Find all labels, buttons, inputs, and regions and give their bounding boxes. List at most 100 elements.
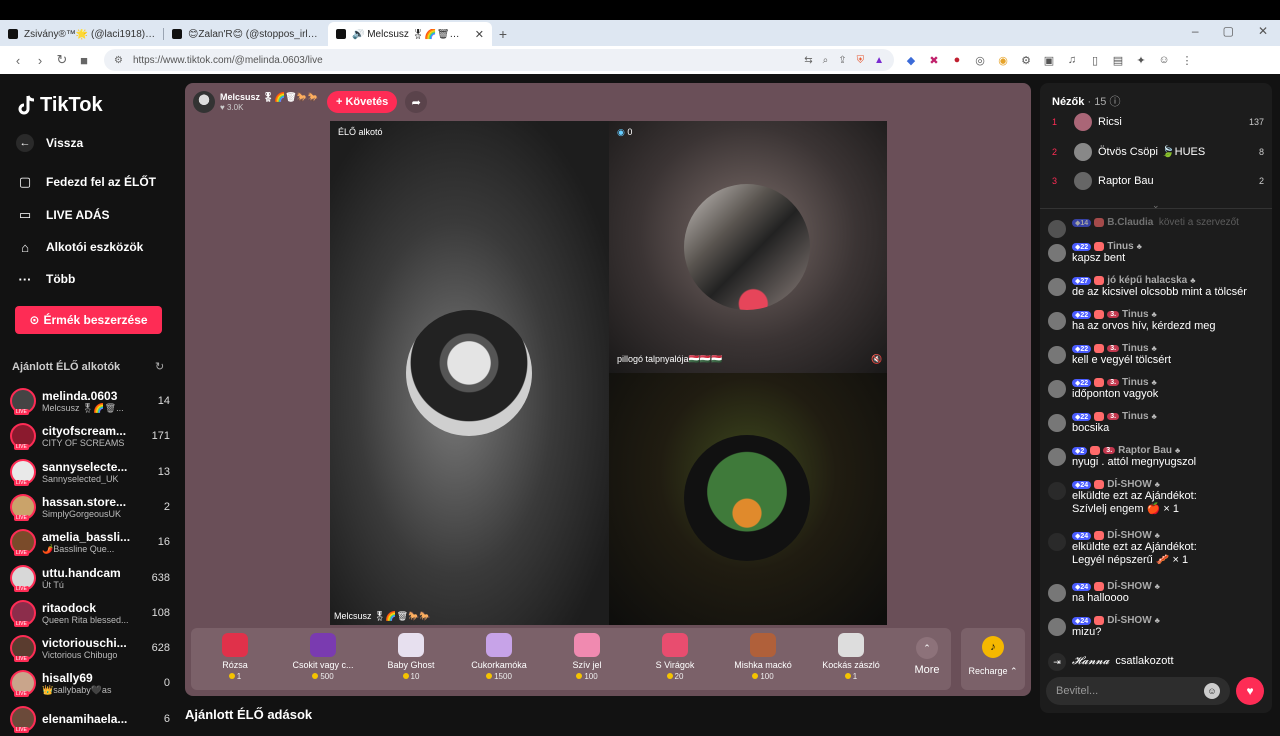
music-icon[interactable]: ♫	[1065, 54, 1079, 67]
browser-tab[interactable]: Zsivány®™🌟 (@laci1918) ÉLŐ adás	[0, 22, 164, 46]
recommended-creator[interactable]: LIVE hisally69 👑sallybaby🖤as 0	[10, 666, 170, 700]
chat-username[interactable]: Tinus	[1122, 411, 1148, 422]
extension-icon[interactable]: ⚙	[1019, 54, 1033, 67]
chat-username[interactable]: B.Claudia	[1107, 217, 1153, 228]
follow-button[interactable]: + Követés	[327, 91, 398, 113]
host-name[interactable]: Melcsusz 🎖🌈🗑🐎🐎	[220, 92, 319, 103]
user-avatar[interactable]	[1048, 244, 1066, 262]
triangle-icon[interactable]: ▲	[874, 55, 884, 66]
chat-username[interactable]: jó képű halacska	[1107, 275, 1187, 286]
back-button[interactable]: ← Vissza	[16, 134, 83, 152]
extension-icon[interactable]: ◉	[996, 54, 1010, 67]
chat-username[interactable]: Tinus	[1122, 377, 1148, 388]
gift-item[interactable]: Baby Ghost 10	[371, 628, 451, 690]
close-window-button[interactable]: ✕	[1258, 24, 1268, 38]
close-tab-icon[interactable]: ✕	[475, 28, 484, 41]
recommended-creator[interactable]: LIVE victoriouschi... Victorious Chibugo 62…	[10, 631, 170, 665]
host-avatar[interactable]	[193, 91, 215, 113]
extension-icon[interactable]: ✖	[927, 54, 941, 67]
scroll-down-icon[interactable]: ⌄	[1152, 200, 1160, 211]
recommended-creator[interactable]: LIVE elenamihaela... 6	[10, 702, 170, 736]
forward-arrow-icon[interactable]: ›	[30, 53, 50, 68]
maximize-button[interactable]: ▢	[1223, 24, 1234, 38]
url-field[interactable]: ⚙ https://www.tiktok.com/@melinda.0603/l…	[104, 49, 894, 71]
site-info-icon[interactable]: ⚙	[114, 55, 123, 66]
get-coins-button[interactable]: ⊙ Érmék beszerzése	[15, 306, 162, 334]
bookmark-icon[interactable]: ■	[74, 53, 94, 68]
top-viewer-row[interactable]: 2 Ötvös Csöpi 🍃HUES 8	[1052, 142, 1264, 162]
gift-item[interactable]: S Virágok 20	[635, 628, 715, 690]
browser-tab[interactable]: 😊Zalan'R😊 (@stoppos_irl) ÉLŐ ad	[164, 22, 328, 46]
more-gifts-button[interactable]: ⌃ More	[905, 628, 949, 690]
chat-username[interactable]: DÍ-SHOW	[1107, 581, 1151, 592]
minimize-button[interactable]: –	[1192, 24, 1199, 38]
chat-username[interactable]: DÍ-SHOW	[1107, 615, 1151, 626]
extension-icon[interactable]: ◆	[904, 54, 918, 67]
nav-live[interactable]: ▭ LIVE ADÁS	[16, 206, 110, 224]
chat-username[interactable]: DÍ-SHOW	[1107, 530, 1151, 541]
user-avatar[interactable]	[1048, 380, 1066, 398]
extension-icon[interactable]: ◎	[973, 54, 987, 67]
sidebar-icon[interactable]: ▯	[1088, 54, 1102, 67]
recommended-creator[interactable]: LIVE uttu.handcam Út Tú 638	[10, 561, 170, 595]
share-icon[interactable]: ⇪	[838, 55, 846, 66]
profile-icon[interactable]: ☺	[1157, 54, 1171, 67]
gift-item[interactable]: Cukorkamóka 1500	[459, 628, 539, 690]
info-icon[interactable]: ⓘ	[1110, 96, 1121, 108]
tiktok-logo[interactable]: TikTok	[16, 94, 103, 117]
user-avatar[interactable]	[1048, 312, 1066, 330]
gift-item[interactable]: Kockás zászló 1	[811, 628, 891, 690]
guest-video-2[interactable]	[609, 373, 887, 625]
recharge-button[interactable]: ♪ Recharge ⌃	[961, 628, 1025, 690]
user-avatar[interactable]	[1048, 448, 1066, 466]
page-scrollbar[interactable]	[1274, 83, 1280, 720]
chat-username[interactable]: Tinus	[1107, 241, 1133, 252]
chat-username[interactable]: Tinus	[1122, 309, 1148, 320]
copilot-icon[interactable]: ✦	[1134, 54, 1148, 67]
chat-username[interactable]: Tinus	[1122, 343, 1148, 354]
refresh-icon[interactable]: ↻	[155, 360, 164, 373]
shield-icon[interactable]: ⛨	[857, 55, 865, 66]
user-avatar[interactable]	[1048, 278, 1066, 296]
extension-icon[interactable]: ▣	[1042, 54, 1056, 67]
gift-item[interactable]: Rózsa 1	[195, 628, 275, 690]
user-avatar[interactable]	[1048, 414, 1066, 432]
recommended-creator[interactable]: LIVE ritaodock Queen Rita blessed... 108	[10, 596, 170, 630]
user-avatar[interactable]	[1048, 618, 1066, 636]
wallet-icon[interactable]: ▤	[1111, 54, 1125, 67]
recommended-creator[interactable]: LIVE hassan.store... SimplyGorgeousUK 2	[10, 490, 170, 524]
browser-tab-active[interactable]: 🔊 Melcsusz 🎖🌈🗑📦🎁🐎 (@ ✕	[328, 22, 492, 46]
gift-item[interactable]: Mishka mackó 100	[723, 628, 803, 690]
guest-video-1[interactable]: ◉ 0 pillogó talpnyalója🇭🇺🇭🇺🇭🇺 🔇	[609, 121, 887, 373]
user-avatar[interactable]	[1048, 584, 1066, 602]
like-heart-button[interactable]: ♥	[1236, 677, 1264, 705]
translate-icon[interactable]: ⇆	[804, 55, 812, 66]
new-tab-button[interactable]: +	[492, 22, 514, 46]
recommended-creator[interactable]: LIVE sannyselecte... Sannyselected_UK 13	[10, 455, 170, 489]
share-icon[interactable]: ➦	[405, 91, 428, 113]
recommended-creator[interactable]: LIVE cityofscream... CITY OF SCREAMS 171	[10, 419, 170, 453]
gift-item[interactable]: Szív jel 100	[547, 628, 627, 690]
menu-dots-icon[interactable]: ⋮	[1180, 54, 1194, 67]
nav-creator-tools[interactable]: ⌂ Alkotói eszközök	[16, 238, 143, 256]
back-arrow-icon[interactable]: ‹	[8, 53, 28, 68]
join-user[interactable]: 𝓗𝓪𝓷𝓷𝓪	[1072, 654, 1109, 667]
reload-icon[interactable]: ↻	[52, 52, 72, 68]
gift-box-icon[interactable]	[1048, 482, 1066, 500]
nav-more[interactable]: ··· Több	[16, 270, 76, 288]
recommended-creator[interactable]: LIVE melinda.0603 Melcsusz 🎖🌈🗑... 14	[10, 384, 170, 418]
user-avatar[interactable]	[1048, 220, 1066, 238]
chat-username[interactable]: DÍ-SHOW	[1107, 479, 1151, 490]
mute-icon[interactable]: 🔇	[871, 354, 882, 365]
zoom-icon[interactable]: ⌕	[823, 55, 829, 66]
gift-item[interactable]: Csokit vagy c... 500	[283, 628, 363, 690]
chat-input[interactable]: Bevitel... ☺	[1046, 677, 1230, 705]
gift-box-icon[interactable]	[1048, 533, 1066, 551]
top-viewer-row[interactable]: 1 Ricsi 137	[1052, 112, 1264, 132]
main-video[interactable]: ÉLŐ alkotó Melcsusz 🎖🌈🗑🐎🐎	[330, 121, 609, 625]
recommended-creator[interactable]: LIVE amelia_bassli... 🌶️Bassline Que... 16	[10, 525, 170, 559]
chat-username[interactable]: Raptor Bau	[1118, 445, 1172, 456]
user-avatar[interactable]	[1048, 346, 1066, 364]
nav-explore-live[interactable]: ▢ Fedezd fel az ÉLŐT	[16, 173, 156, 191]
top-viewer-row[interactable]: 3 Raptor Bau 2	[1052, 171, 1264, 191]
